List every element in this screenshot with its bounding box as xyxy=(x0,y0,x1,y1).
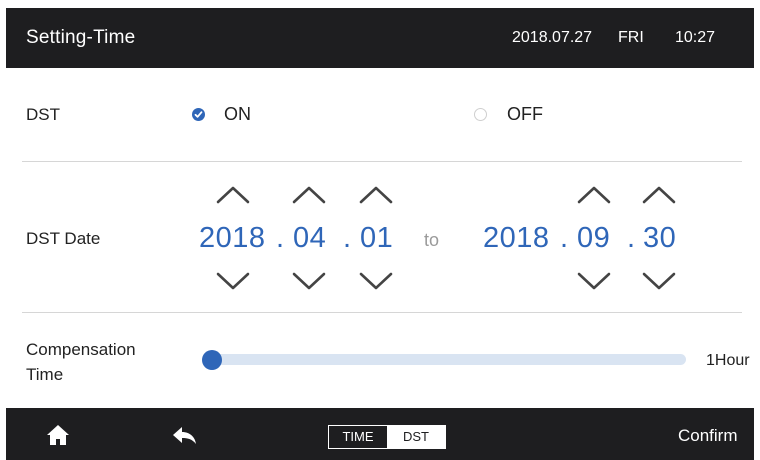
date-range-to-label: to xyxy=(424,230,440,250)
header-bar: Setting-Time 2018.07.27 FRI 10:27 xyxy=(6,8,754,68)
compensation-slider-track[interactable] xyxy=(206,354,686,365)
end-month-down-icon[interactable] xyxy=(575,270,613,292)
end-day-value: 30 xyxy=(643,222,677,254)
divider xyxy=(22,161,742,162)
start-day-value: 01 xyxy=(360,222,394,254)
start-month-up-icon[interactable] xyxy=(290,183,328,205)
current-weekday: FRI xyxy=(618,29,644,46)
compensation-slider-handle[interactable] xyxy=(202,350,222,370)
dst-on-label[interactable]: ON xyxy=(224,104,251,125)
start-year-down-icon[interactable] xyxy=(214,270,252,292)
end-month-up-icon[interactable] xyxy=(575,183,613,205)
compensation-label-line2: Time xyxy=(26,365,64,384)
start-year-value: 2018 xyxy=(199,222,266,254)
compensation-value: 1Hour xyxy=(706,352,750,369)
end-day-down-icon[interactable] xyxy=(640,270,678,292)
tab-dst[interactable]: DST xyxy=(387,426,445,448)
dst-label: DST xyxy=(26,105,60,124)
compensation-label-line1: Compensation xyxy=(26,340,136,359)
dst-off-label[interactable]: OFF xyxy=(507,104,543,125)
dst-date-label: DST Date xyxy=(26,229,101,248)
confirm-button[interactable]: Confirm xyxy=(678,426,738,446)
end-day-up-icon[interactable] xyxy=(640,183,678,205)
end-year-value: 2018 xyxy=(483,222,550,254)
divider xyxy=(22,312,742,313)
start-month-down-icon[interactable] xyxy=(290,270,328,292)
page-title: Setting-Time xyxy=(26,27,136,48)
mode-toggle: TIME DST xyxy=(328,425,446,449)
start-day-down-icon[interactable] xyxy=(357,270,395,292)
start-separator: . xyxy=(343,222,352,254)
footer-bar: TIME DST Confirm xyxy=(6,408,754,460)
start-month-value: 04 xyxy=(293,222,327,254)
start-year-up-icon[interactable] xyxy=(214,183,252,205)
start-separator: . xyxy=(276,222,285,254)
start-day-up-icon[interactable] xyxy=(357,183,395,205)
tab-time[interactable]: TIME xyxy=(329,426,387,448)
current-date: 2018.07.27 xyxy=(512,29,593,46)
checkmark-icon xyxy=(194,111,203,118)
current-time: 10:27 xyxy=(675,29,716,46)
end-separator: . xyxy=(560,222,569,254)
back-arrow-icon[interactable] xyxy=(172,426,198,446)
home-icon[interactable] xyxy=(46,424,70,446)
end-month-value: 09 xyxy=(577,222,611,254)
end-separator: . xyxy=(627,222,636,254)
dst-off-radio[interactable] xyxy=(474,108,487,121)
dst-on-radio[interactable] xyxy=(192,108,205,121)
